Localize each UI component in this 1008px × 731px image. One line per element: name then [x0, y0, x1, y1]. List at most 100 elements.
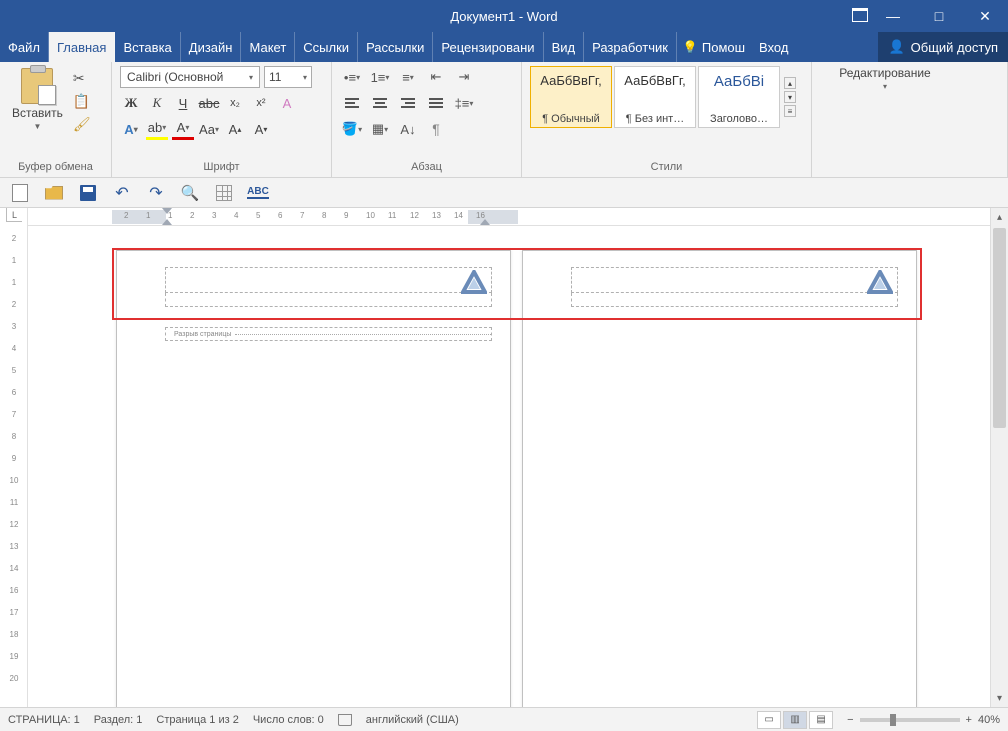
tab-developer[interactable]: Разработчик	[584, 32, 677, 62]
tab-view[interactable]: Вид	[544, 32, 585, 62]
tab-layout[interactable]: Макет	[241, 32, 295, 62]
tab-references[interactable]: Ссылки	[295, 32, 358, 62]
status-language[interactable]: английский (США)	[366, 714, 459, 726]
tab-design[interactable]: Дизайн	[181, 32, 242, 62]
abc-icon: ABC	[247, 186, 269, 199]
status-page[interactable]: СТРАНИЦА: 1	[8, 714, 80, 726]
save-icon	[80, 185, 96, 201]
print-layout-button[interactable]: ▥	[783, 711, 807, 729]
tab-insert[interactable]: Вставка	[115, 32, 180, 62]
spellcheck-button[interactable]: ABC	[248, 183, 268, 203]
close-button[interactable]: ✕	[962, 0, 1008, 32]
font-name-dropdown[interactable]: Calibri (Основной▾	[120, 66, 260, 88]
decrease-indent-button[interactable]: ⇤	[424, 66, 448, 88]
align-left-button[interactable]	[340, 92, 364, 114]
styles-gallery[interactable]: АаБбВвГг, ¶ Обычный АаБбВвГг, ¶ Без инт……	[530, 66, 796, 128]
bold-button[interactable]: Ж	[120, 92, 142, 114]
redo-button[interactable]: ↷	[146, 183, 166, 203]
zoom-out-button[interactable]: −	[847, 714, 853, 726]
header-table[interactable]	[165, 267, 492, 307]
editing-dropdown[interactable]: Редактирование ▾	[820, 66, 950, 91]
justify-button[interactable]	[424, 92, 448, 114]
borders-button[interactable]: ▦▾	[368, 118, 392, 140]
group-label: Абзац	[340, 159, 513, 175]
status-words[interactable]: Число слов: 0	[253, 714, 324, 726]
table-button[interactable]	[214, 183, 234, 203]
align-right-button[interactable]	[396, 92, 420, 114]
book-icon[interactable]	[338, 714, 352, 726]
group-font: Calibri (Основной▾ 11▾ Ж К Ч abc x₂ x² A…	[112, 62, 332, 177]
status-page-of[interactable]: Страница 1 из 2	[156, 714, 238, 726]
clipboard-icon	[21, 68, 53, 104]
new-doc-icon	[12, 184, 28, 202]
ribbon-display-icon[interactable]	[852, 8, 868, 22]
tab-mailings[interactable]: Рассылки	[358, 32, 433, 62]
grow-font-button[interactable]: A▴	[224, 118, 246, 140]
save-button[interactable]	[78, 183, 98, 203]
line-spacing-button[interactable]: ‡≡▾	[452, 92, 476, 114]
align-center-button[interactable]	[368, 92, 392, 114]
shrink-font-button[interactable]: A▾	[250, 118, 272, 140]
multilevel-button[interactable]: ≡▾	[396, 66, 420, 88]
zoom-slider[interactable]	[860, 718, 960, 722]
scroll-down-button[interactable]: ▾	[991, 689, 1008, 707]
copy-button[interactable]: 📋	[73, 93, 91, 110]
share-button[interactable]: 👤 Общий доступ	[878, 32, 1008, 62]
font-color-button[interactable]: A▾	[172, 118, 194, 140]
style-no-spacing[interactable]: АаБбВвГг, ¶ Без инт…	[614, 66, 696, 128]
increase-indent-button[interactable]: ⇥	[452, 66, 476, 88]
tab-file[interactable]: Файл	[0, 32, 49, 62]
open-button[interactable]	[44, 183, 64, 203]
tab-review[interactable]: Рецензировани	[433, 32, 543, 62]
vertical-scrollbar[interactable]: ▴ ▾	[990, 208, 1008, 707]
scroll-up-button[interactable]: ▴	[991, 208, 1008, 226]
read-mode-button[interactable]: ▭	[757, 711, 781, 729]
maximize-button[interactable]: □	[916, 0, 962, 32]
style-heading1[interactable]: АаБбВі Заголово…	[698, 66, 780, 128]
numbering-button[interactable]: 1≡▾	[368, 66, 392, 88]
subscript-button[interactable]: x₂	[224, 92, 246, 114]
status-section[interactable]: Раздел: 1	[94, 714, 143, 726]
paste-button[interactable]: Вставить ▼	[8, 66, 67, 133]
tell-me[interactable]: 💡Помош	[677, 32, 751, 62]
vertical-ruler[interactable]: L 2112345678910111213141617181920	[0, 208, 28, 707]
styles-down-button[interactable]: ▾	[784, 91, 796, 103]
styles-up-button[interactable]: ▴	[784, 77, 796, 89]
underline-button[interactable]: Ч	[172, 92, 194, 114]
clear-format-button[interactable]: A	[276, 92, 298, 114]
web-layout-button[interactable]: ▤	[809, 711, 833, 729]
shading-button[interactable]: 🪣▾	[340, 118, 364, 140]
style-normal[interactable]: АаБбВвГг, ¶ Обычный	[530, 66, 612, 128]
show-marks-button[interactable]: ¶	[424, 118, 448, 140]
document-area[interactable]: Разрыв страницы	[28, 226, 1008, 707]
tab-selector[interactable]: L	[6, 208, 22, 222]
cut-button[interactable]: ✂	[73, 70, 91, 87]
zoom-level[interactable]: 40%	[978, 714, 1000, 726]
strike-button[interactable]: abc	[198, 92, 220, 114]
undo-button[interactable]: ↶	[112, 183, 132, 203]
account-signin[interactable]: Вход	[751, 32, 796, 62]
font-size-dropdown[interactable]: 11▾	[264, 66, 312, 88]
superscript-button[interactable]: x²	[250, 92, 272, 114]
window-title: Документ1 - Word	[450, 9, 557, 24]
bullets-button[interactable]: •≡▾	[340, 66, 364, 88]
italic-button[interactable]: К	[146, 92, 168, 114]
chevron-down-icon: ▼	[33, 122, 41, 131]
horizontal-ruler[interactable]: 21123456789101112131416	[28, 208, 1008, 226]
group-label: Шрифт	[120, 159, 323, 175]
header-table[interactable]	[571, 267, 898, 307]
group-label: Стили	[530, 159, 803, 175]
tab-home[interactable]: Главная	[49, 32, 115, 62]
new-document-button[interactable]	[10, 183, 30, 203]
styles-more-button[interactable]: ≡	[784, 105, 796, 117]
sort-button[interactable]: A↓	[396, 118, 420, 140]
text-effects-button[interactable]: A▾	[120, 118, 142, 140]
scroll-thumb[interactable]	[993, 228, 1006, 428]
format-painter-button[interactable]: 🖌	[73, 116, 91, 133]
highlight-button[interactable]: ab▾	[146, 118, 168, 140]
logo-triangle-icon	[867, 270, 893, 299]
change-case-button[interactable]: Aa▾	[198, 118, 220, 140]
minimize-button[interactable]: —	[870, 0, 916, 32]
print-preview-button[interactable]: 🔍	[180, 183, 200, 203]
zoom-in-button[interactable]: +	[966, 714, 972, 726]
